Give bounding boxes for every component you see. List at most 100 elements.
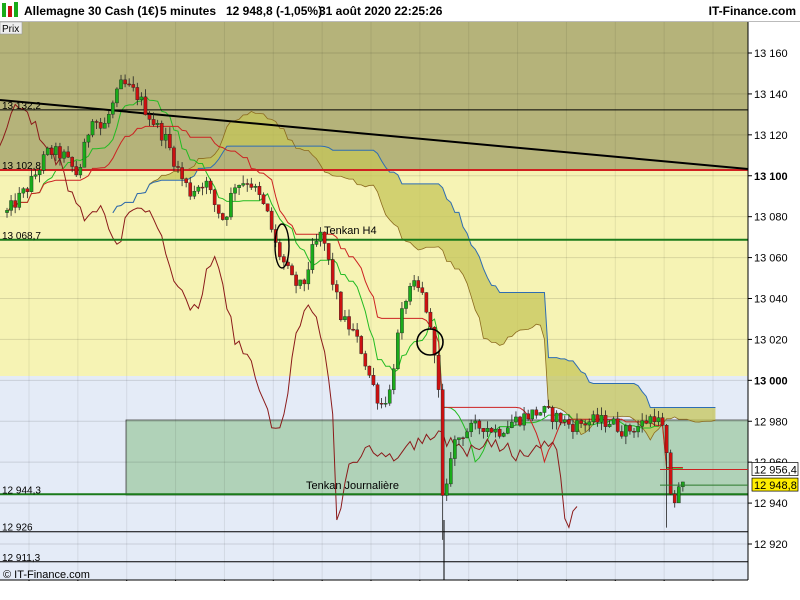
candle-body — [241, 183, 245, 186]
candle-body — [290, 265, 294, 276]
candle-body — [278, 242, 282, 257]
candle-body — [123, 79, 127, 85]
candle-body — [245, 183, 250, 185]
candle-body — [668, 452, 673, 495]
candle-body — [208, 180, 213, 191]
candle-body — [86, 134, 91, 143]
brand-label: IT-Finance.com — [709, 4, 796, 18]
candle-body — [546, 406, 551, 408]
level-label: 12 944,3 — [2, 485, 41, 496]
candle-body — [5, 210, 9, 213]
candle-body — [180, 167, 184, 179]
candle-body — [90, 121, 95, 136]
level-label: 13 068,7 — [2, 231, 41, 242]
price-chart[interactable]: 13 160 13 140 13 120 13 100 13 080 13 060 13 0… — [0, 0, 800, 600]
level-label: 13 102,8 — [2, 161, 41, 172]
annotation-tenkan-daily: Tenkan Journalière — [306, 480, 399, 492]
candle-body — [261, 194, 266, 205]
y-tick-label: 13 040 — [754, 294, 788, 306]
candle-body — [343, 316, 347, 321]
candle-body — [9, 200, 13, 211]
candle-body — [127, 83, 131, 86]
candle-body — [510, 421, 514, 428]
candle-body — [493, 428, 498, 433]
candle-body — [253, 185, 258, 188]
level-label: 13 132,2 — [2, 101, 41, 112]
candle-body — [392, 368, 396, 390]
y-tick-label: 13 140 — [754, 89, 788, 101]
candle-body — [25, 188, 30, 192]
candle-body — [444, 483, 449, 496]
candle-body — [453, 439, 457, 459]
candle-body — [94, 121, 99, 123]
candle-body — [371, 375, 376, 385]
candle-body — [204, 180, 209, 188]
candle-body — [489, 428, 494, 433]
candle-body — [469, 422, 473, 433]
resistance-zone-dark — [0, 22, 748, 170]
candle-body — [457, 437, 461, 440]
candle-body — [269, 210, 274, 230]
candle-body — [672, 493, 677, 504]
candle-body — [282, 256, 286, 263]
candle-body — [225, 216, 229, 220]
candle-body — [135, 87, 140, 100]
candle-body — [575, 420, 579, 432]
candle-body — [229, 192, 233, 218]
y-tick-label: 13 120 — [754, 130, 788, 142]
candle-body — [550, 407, 555, 422]
candle-body — [436, 355, 441, 390]
candle-body — [648, 416, 653, 424]
candle-body — [306, 269, 311, 285]
y-tick-label: 12 980 — [754, 416, 788, 428]
y-tick-label: 13 100 — [754, 171, 788, 183]
candle-body — [326, 243, 331, 260]
y-tick-label: 13 060 — [754, 253, 788, 265]
instrument-name: Allemagne 30 Cash (1€) — [24, 4, 159, 18]
candle-body — [404, 301, 408, 309]
candle-body — [420, 287, 425, 293]
candle-body — [168, 134, 172, 149]
candle-body — [192, 191, 197, 197]
price-tab[interactable]: Prix — [2, 24, 19, 35]
candle-body — [257, 185, 262, 195]
candle-body — [359, 336, 364, 354]
candle-body — [78, 167, 83, 176]
candle-body — [98, 122, 103, 129]
candle-body — [481, 428, 486, 432]
candle-body — [624, 425, 628, 437]
candle-body — [640, 420, 644, 427]
y-tick-label: 13 080 — [754, 212, 788, 224]
candle-body — [70, 156, 74, 167]
y-tick-label: 13 160 — [754, 48, 788, 60]
candle-body — [636, 426, 640, 433]
candle-body — [652, 416, 657, 423]
candle-body — [54, 146, 58, 155]
candle-body — [396, 332, 400, 369]
candle-body — [347, 316, 351, 330]
candle-body — [335, 284, 339, 293]
candle-body — [591, 414, 596, 423]
candle-body — [237, 185, 241, 188]
candle-body — [400, 308, 404, 334]
candle-body — [579, 420, 583, 424]
candle-body — [17, 192, 22, 208]
candle-body — [632, 430, 636, 433]
candle-body — [542, 406, 547, 413]
candle-body — [514, 416, 518, 423]
candle-body — [220, 213, 225, 220]
last-price-change: 12 948,8 (-1,05%) — [226, 4, 322, 18]
candle-body — [506, 427, 510, 434]
candle-body — [518, 416, 522, 426]
candle-body — [139, 96, 144, 100]
candle-body — [416, 280, 421, 288]
copyright-label: © IT-Finance.com — [3, 569, 90, 581]
candle-body — [628, 425, 632, 432]
candle-body — [485, 428, 490, 432]
candle-body — [664, 425, 669, 453]
candle-body — [526, 413, 530, 420]
candle-body — [461, 437, 465, 439]
candle-body — [424, 292, 429, 313]
candle-body — [314, 241, 319, 245]
candle-body — [477, 420, 482, 429]
